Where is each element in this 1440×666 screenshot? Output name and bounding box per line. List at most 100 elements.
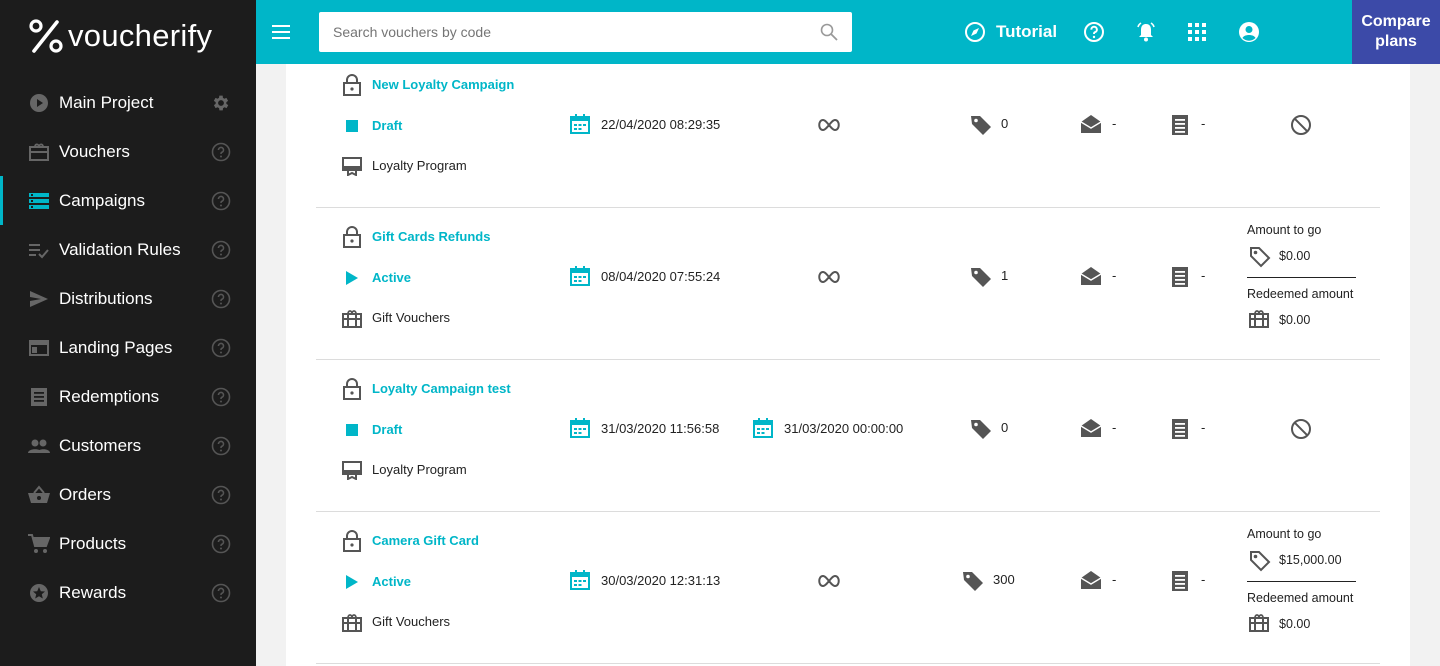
campaign-name-link[interactable]: Camera Gift Card: [372, 533, 479, 548]
infinity-icon: [816, 270, 844, 284]
voucher-count: 0: [1001, 116, 1009, 131]
help-icon[interactable]: [210, 190, 232, 212]
gift-card-icon: [1249, 308, 1271, 330]
draft-square-icon: [344, 422, 360, 438]
help-icon[interactable]: [210, 239, 232, 261]
loyalty-card-icon: [342, 460, 362, 480]
help-icon[interactable]: [210, 386, 232, 408]
active-play-icon: [344, 574, 360, 590]
campaign-type: Loyalty Program: [372, 158, 467, 173]
sidebar-item-validation-rules[interactable]: Validation Rules: [0, 225, 256, 274]
compare-label: Compare: [1361, 13, 1431, 30]
table-row[interactable]: Camera Gift Card Active Gift Vouchers 30…: [316, 512, 1380, 664]
block-icon[interactable]: [1290, 418, 1312, 440]
sidebar-item-label: Distributions: [59, 288, 153, 308]
lock-icon: [342, 378, 362, 400]
sidebar-item-rewards[interactable]: Rewards: [0, 568, 256, 617]
sidebar-item-customers[interactable]: Customers: [0, 421, 256, 470]
help-icon[interactable]: [210, 337, 232, 359]
sidebar-item-campaigns[interactable]: Campaigns: [0, 176, 256, 225]
amount-to-go-label: Amount to go: [1247, 223, 1322, 237]
help-icon[interactable]: [210, 141, 232, 163]
table-row[interactable]: New Loyalty Campaign Draft Loyalty Progr…: [316, 64, 1380, 208]
table-row[interactable]: Gift Cards Refunds Active Gift Vouchers …: [316, 208, 1380, 360]
send-icon: [28, 288, 50, 310]
infinity-icon: [816, 574, 844, 588]
list-icon: [28, 190, 50, 212]
sidebar-item-label: Validation Rules: [59, 239, 181, 259]
distributions-value: -: [1112, 572, 1117, 587]
web-page-icon: [28, 337, 50, 359]
tutorial-button[interactable]: Tutorial: [964, 20, 1057, 44]
voucherify-logo[interactable]: voucherify: [28, 16, 212, 56]
help-icon[interactable]: [210, 582, 232, 604]
open-envelope-icon: [1080, 570, 1102, 592]
sidebar-item-label: Redemptions: [59, 386, 160, 406]
amount-to-go-value: $0.00: [1279, 249, 1311, 263]
open-envelope-icon: [1080, 418, 1102, 440]
search-box: [319, 12, 852, 52]
compare-plans-button[interactable]: Compare plans: [1352, 0, 1440, 64]
tag-outline-icon: [1249, 246, 1271, 268]
compare-label: plans: [1375, 33, 1417, 50]
star-icon: [28, 582, 50, 604]
tag-outline-icon: [1249, 550, 1271, 572]
tag-icon: [970, 266, 992, 288]
campaign-name-link[interactable]: Loyalty Campaign test: [372, 381, 511, 396]
sidebar-item-vouchers[interactable]: Vouchers: [0, 127, 256, 176]
receipt-icon: [1170, 266, 1192, 288]
sidebar-item-products[interactable]: Products: [0, 519, 256, 568]
sidebar-item-redemptions[interactable]: Redemptions: [0, 372, 256, 421]
calendar-icon: [570, 114, 592, 136]
calendar-icon: [570, 418, 592, 440]
redeemed-amount-label: Redeemed amount: [1247, 287, 1354, 301]
notification-bell-icon[interactable]: [1134, 20, 1158, 44]
tag-icon: [962, 570, 984, 592]
sidebar-item-landing-pages[interactable]: Landing Pages: [0, 323, 256, 372]
people-icon: [28, 435, 50, 457]
apps-grid-icon[interactable]: [1185, 20, 1209, 44]
help-icon[interactable]: [1082, 20, 1106, 44]
help-icon[interactable]: [210, 533, 232, 555]
redemptions-value: -: [1201, 116, 1206, 131]
lock-icon: [342, 530, 362, 552]
receipt-icon: [1170, 114, 1192, 136]
redeemed-amount-value: $0.00: [1279, 313, 1311, 327]
gear-icon[interactable]: [210, 92, 232, 114]
campaign-type: Gift Vouchers: [372, 310, 451, 325]
search-icon[interactable]: [818, 21, 840, 43]
redeemed-amount-value: $0.00: [1279, 617, 1311, 631]
play-circle-icon: [28, 92, 50, 114]
distributions-value: -: [1112, 420, 1117, 435]
sidebar-item-main-project[interactable]: Main Project: [0, 78, 256, 127]
checklist-icon: [28, 239, 50, 261]
campaign-name-link[interactable]: Gift Cards Refunds: [372, 229, 490, 244]
gift-card-icon: [342, 612, 362, 632]
receipt-icon: [1170, 570, 1192, 592]
logo-text: voucherify: [68, 18, 213, 53]
receipt-icon: [28, 386, 50, 408]
end-date: 31/03/2020 00:00:00: [784, 421, 904, 436]
account-icon[interactable]: [1237, 20, 1261, 44]
search-input[interactable]: [319, 13, 818, 51]
redemptions-value: -: [1201, 268, 1206, 283]
block-icon[interactable]: [1290, 114, 1312, 136]
percent-logo-icon: [29, 19, 63, 53]
sidebar-item-label: Campaigns: [59, 190, 145, 210]
loyalty-card-icon: [342, 156, 362, 176]
help-icon[interactable]: [210, 435, 232, 457]
help-icon[interactable]: [210, 484, 232, 506]
sidebar-item-distributions[interactable]: Distributions: [0, 274, 256, 323]
sidebar-item-label: Rewards: [59, 582, 127, 602]
gift-card-icon: [28, 141, 50, 163]
help-icon[interactable]: [210, 288, 232, 310]
campaign-name-link[interactable]: New Loyalty Campaign: [372, 77, 514, 92]
sidebar-item-orders[interactable]: Orders: [0, 470, 256, 519]
gift-card-icon: [342, 308, 362, 328]
table-row[interactable]: Loyalty Campaign test Draft Loyalty Prog…: [316, 360, 1380, 512]
campaign-type: Gift Vouchers: [372, 614, 451, 629]
sidebar-item-label: Main Project: [59, 92, 154, 112]
cart-icon: [28, 533, 50, 555]
menu-icon[interactable]: [270, 20, 294, 44]
lock-icon: [342, 226, 362, 248]
